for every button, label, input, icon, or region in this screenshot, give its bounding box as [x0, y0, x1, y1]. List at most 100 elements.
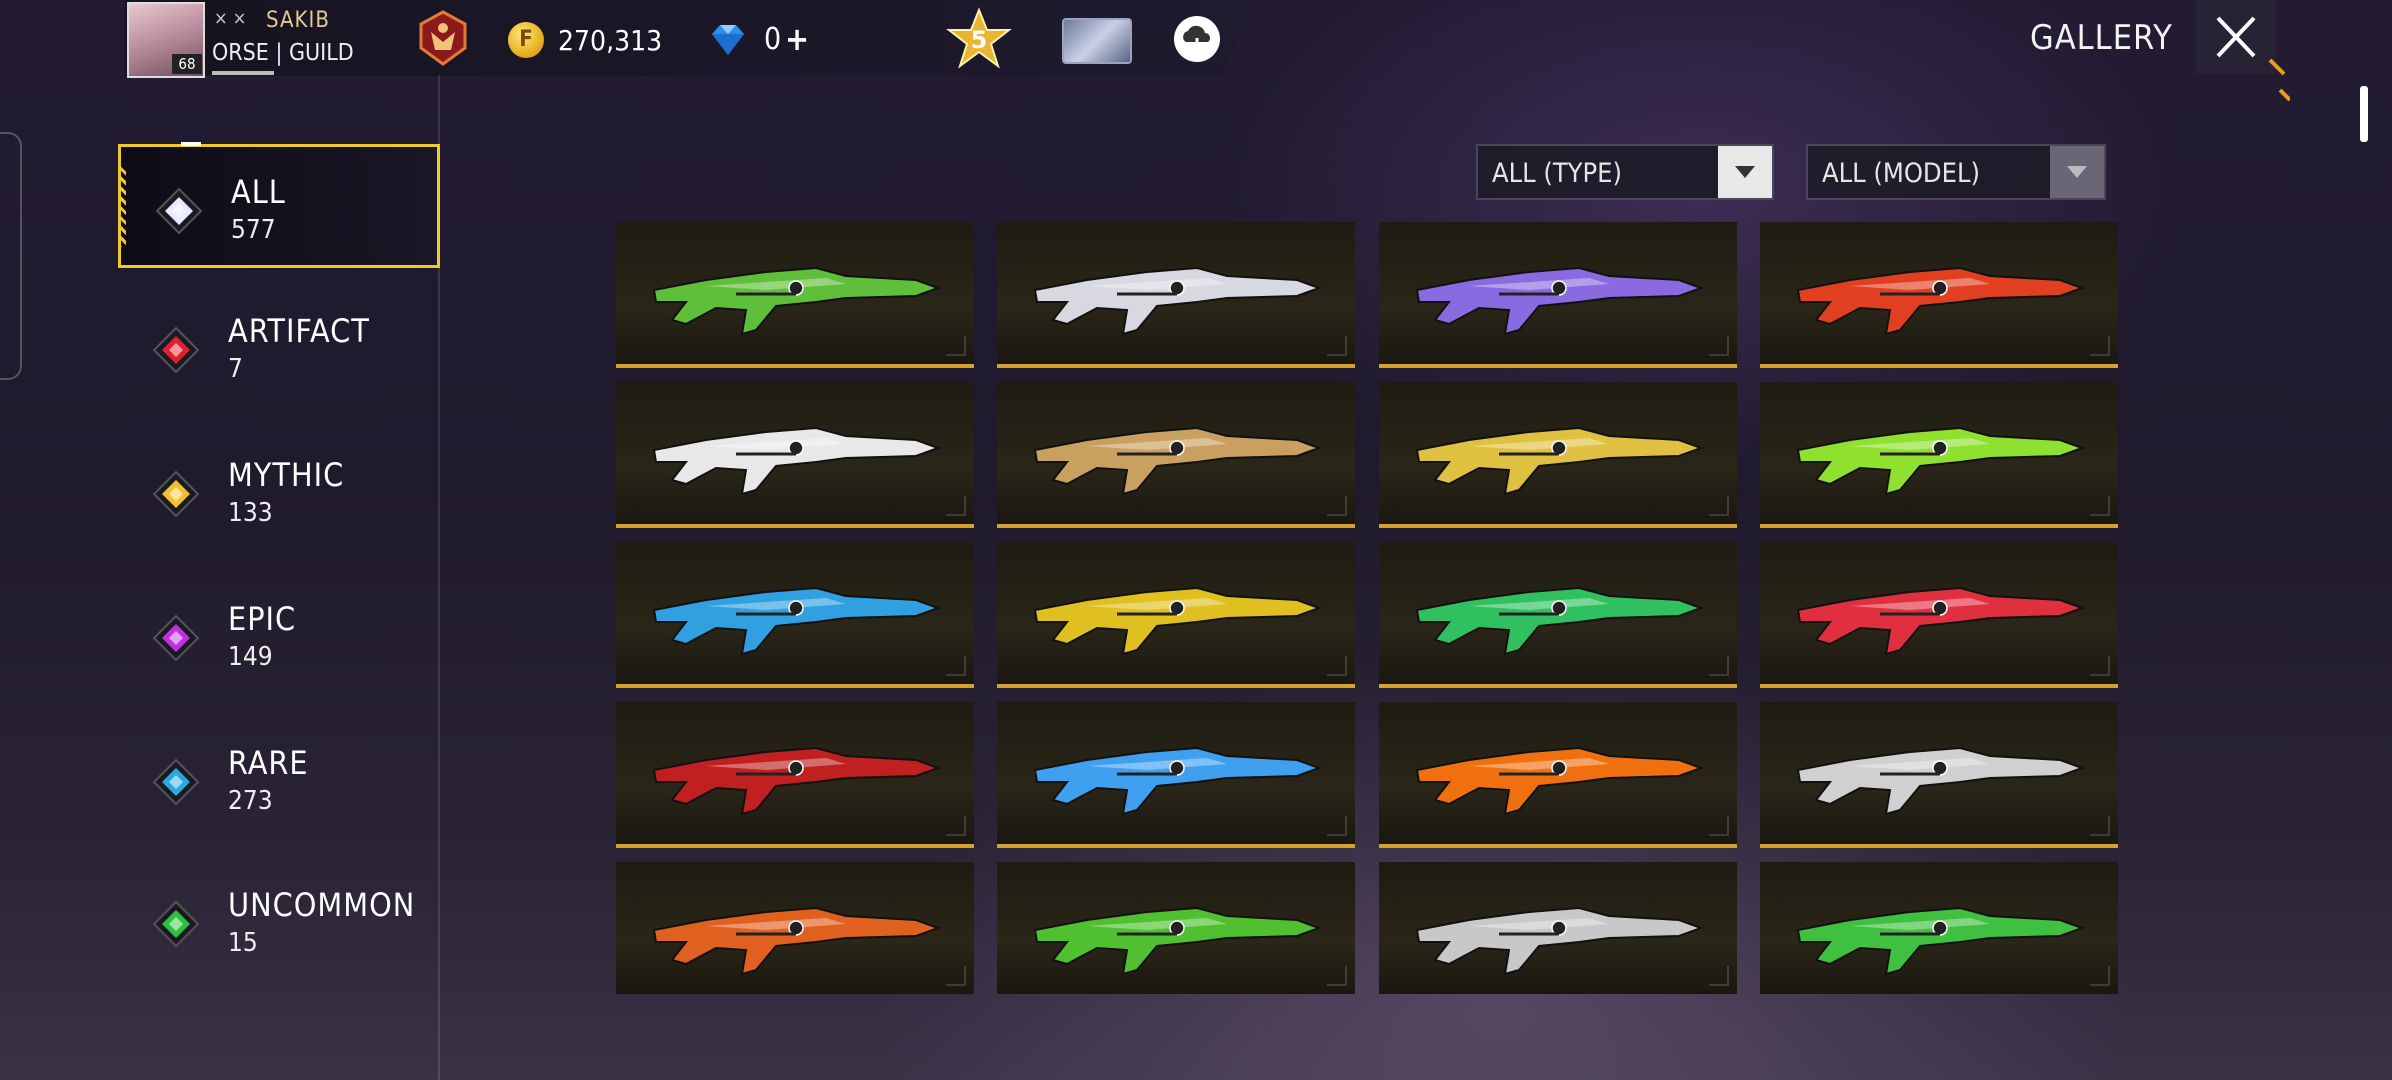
- card-corner-mark: [946, 656, 966, 676]
- coin-balance: 270,313: [558, 24, 663, 57]
- card-corner-mark: [1327, 656, 1347, 676]
- category-count: 7: [228, 354, 243, 384]
- card-corner-mark: [2090, 966, 2110, 986]
- category-count: 149: [228, 642, 273, 672]
- yellow-assault-rifle-icon: [1033, 586, 1322, 656]
- player-level-badge: 68: [172, 54, 202, 74]
- category-name: EPIC: [228, 600, 297, 638]
- category-count: 133: [228, 498, 273, 528]
- flame-rifle-icon: [1415, 746, 1704, 816]
- weapon-card[interactable]: [1379, 222, 1737, 368]
- category-count: 577: [231, 215, 276, 245]
- ice-blue-rifle-icon: [1033, 746, 1322, 816]
- card-corner-mark: [946, 336, 966, 356]
- category-name: UNCOMMON: [228, 886, 416, 924]
- category-uncommon[interactable]: UNCOMMON 15: [118, 860, 440, 980]
- rank-star-value: 5: [971, 26, 988, 54]
- white-smg-icon: [652, 426, 941, 496]
- red-sniper-rifle-icon: [1796, 266, 2085, 336]
- card-corner-mark: [1709, 336, 1729, 356]
- lime-smg-icon: [1796, 426, 2085, 496]
- category-epic[interactable]: EPIC 149: [118, 574, 440, 694]
- silver-rifle-icon: [1796, 746, 2085, 816]
- category-rare[interactable]: RARE 273: [118, 718, 440, 838]
- card-corner-mark: [946, 816, 966, 836]
- weapon-card[interactable]: [1760, 862, 2118, 994]
- weapon-card[interactable]: [616, 222, 974, 368]
- card-corner-mark: [1709, 656, 1729, 676]
- weapon-card[interactable]: [616, 542, 974, 688]
- category-mythic[interactable]: MYTHIC 133: [118, 430, 440, 550]
- guild-label[interactable]: ORSE | GUILD: [212, 40, 354, 66]
- weapon-card[interactable]: [997, 862, 1355, 994]
- xp-bar: [212, 71, 274, 75]
- weapon-card[interactable]: [1379, 542, 1737, 688]
- rarity-diamond-icon: [152, 900, 200, 948]
- weapon-card[interactable]: [1760, 222, 2118, 368]
- card-corner-mark: [2090, 496, 2110, 516]
- green-shotgun-icon: [1033, 906, 1322, 976]
- red-assault-rifle-icon: [1796, 586, 2085, 656]
- rarity-diamond-icon: [152, 326, 200, 374]
- green-sniper-rifle-icon: [652, 266, 941, 336]
- cloud-download-icon[interactable]: [1174, 16, 1220, 62]
- weapon-card[interactable]: [1760, 382, 2118, 528]
- category-name: RARE: [228, 744, 309, 782]
- purple-sniper-rifle-icon: [1415, 266, 1704, 336]
- player-name-prefix: × ×: [214, 8, 247, 29]
- add-diamonds-button[interactable]: +: [785, 20, 809, 58]
- weapon-card[interactable]: [616, 382, 974, 528]
- card-corner-mark: [1709, 966, 1729, 986]
- type-filter-label: ALL (TYPE): [1492, 158, 1622, 189]
- red-gold-shotgun-icon: [652, 746, 941, 816]
- weapon-card[interactable]: [1760, 542, 2118, 688]
- player-name: SAKIB: [266, 8, 330, 33]
- category-all[interactable]: ALL 577: [118, 142, 440, 268]
- card-corner-mark: [2090, 816, 2110, 836]
- gold-coin-icon: F: [508, 22, 544, 58]
- category-artifact[interactable]: ARTIFACT 7: [118, 286, 440, 406]
- weapon-card[interactable]: [997, 542, 1355, 688]
- diamond-icon: [712, 25, 744, 55]
- card-corner-mark: [1709, 816, 1729, 836]
- card-corner-mark: [1709, 496, 1729, 516]
- rarity-diamond-icon: [152, 758, 200, 806]
- side-drawer-tab[interactable]: [0, 132, 22, 380]
- tan-smg-icon: [1033, 426, 1322, 496]
- green-assault-rifle-icon: [1415, 586, 1704, 656]
- rank-star-icon[interactable]: 5: [945, 6, 1013, 70]
- category-name: MYTHIC: [228, 456, 345, 494]
- model-filter-dropdown[interactable]: ALL (MODEL): [1806, 144, 2106, 200]
- model-filter-label: ALL (MODEL): [1822, 158, 1980, 189]
- type-filter-dropdown[interactable]: ALL (TYPE): [1476, 144, 1774, 200]
- card-corner-mark: [946, 496, 966, 516]
- selected-tick: [181, 142, 201, 146]
- weapon-card[interactable]: [1760, 702, 2118, 848]
- blue-assault-rifle-icon: [652, 586, 941, 656]
- card-corner-mark: [1327, 496, 1347, 516]
- membership-card-icon[interactable]: [1062, 18, 1132, 64]
- rank-badge-icon[interactable]: [413, 8, 473, 68]
- weapon-card[interactable]: [1379, 702, 1737, 848]
- weapon-card[interactable]: [997, 702, 1355, 848]
- white-sniper-rifle-icon: [1033, 266, 1322, 336]
- rarity-diamond-icon: [152, 614, 200, 662]
- weapon-card[interactable]: [1379, 862, 1737, 994]
- page-title: GALLERY: [2030, 18, 2173, 58]
- rarity-diamond-icon: [155, 187, 203, 235]
- weapon-card[interactable]: [616, 862, 974, 994]
- chevron-down-icon: [1718, 146, 1772, 198]
- weapon-card[interactable]: [997, 382, 1355, 528]
- category-count: 15: [228, 928, 258, 958]
- category-name: ALL: [231, 173, 286, 211]
- corner-accent-stripes: [2268, 58, 2290, 102]
- weapon-card[interactable]: [997, 222, 1355, 368]
- rarity-diamond-icon: [152, 470, 200, 518]
- weapon-card[interactable]: [1379, 382, 1737, 528]
- bone-shotgun-icon: [1796, 906, 2085, 976]
- weapon-card[interactable]: [616, 702, 974, 848]
- scrollbar[interactable]: [2360, 86, 2368, 142]
- diamond-balance: 0: [764, 22, 782, 57]
- card-corner-mark: [1327, 966, 1347, 986]
- flame-revolver-icon: [652, 906, 941, 976]
